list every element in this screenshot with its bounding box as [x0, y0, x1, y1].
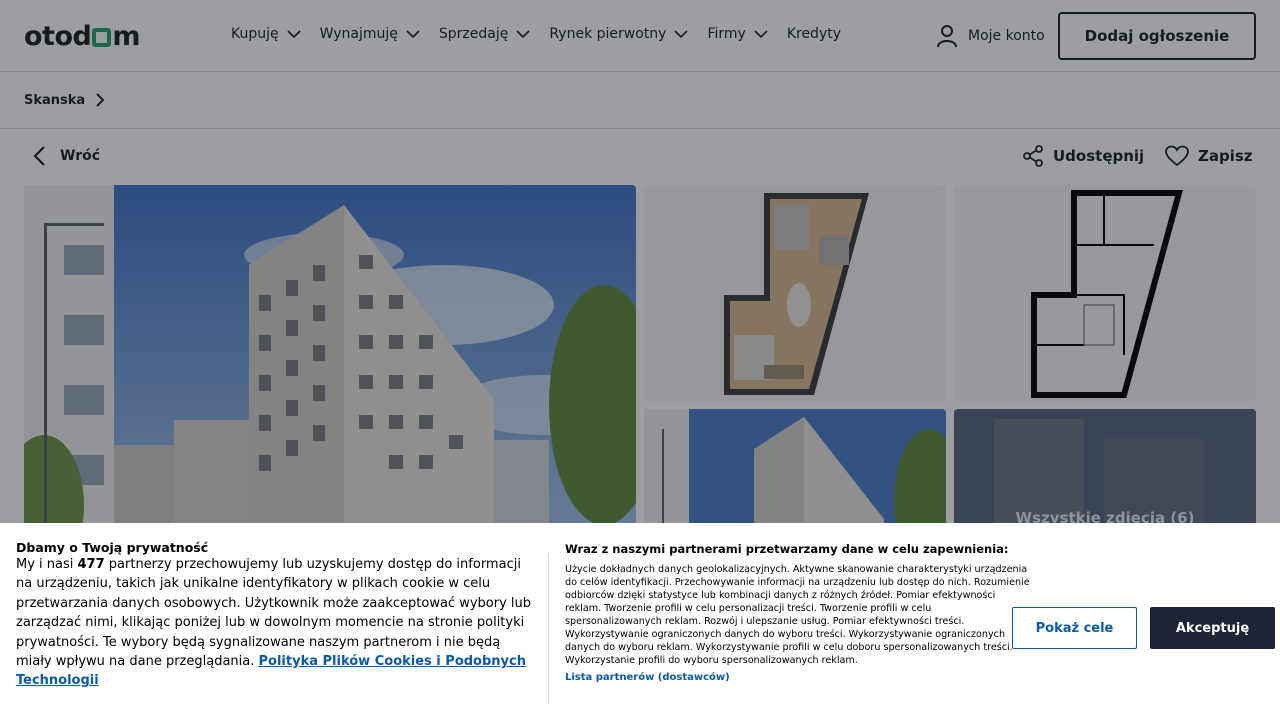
- breadcrumb-item-label: Skanska: [24, 92, 86, 108]
- chevron-down-icon: [516, 30, 530, 39]
- nav-item-kredyty[interactable]: Kredyty: [787, 26, 841, 42]
- share-button[interactable]: Udostępnij: [1022, 145, 1144, 167]
- nav-item-wynajmuję[interactable]: Wynajmuję: [320, 26, 421, 42]
- site-header: otod m Kupuję Wynajmuję Sprzedaję Rynek pier…: [0, 0, 1280, 72]
- thumbnail-floorplan-lineart[interactable]: [954, 185, 1256, 401]
- share-icon: [1023, 145, 1043, 167]
- user-icon: [937, 25, 957, 48]
- main-photo-building[interactable]: [24, 185, 636, 545]
- nav-item-label: Kredyty: [786, 26, 842, 42]
- nav-item-sprzedaję[interactable]: Sprzedaję: [439, 26, 531, 42]
- cookie-consent-banner: Dbamy o Twoją prywatność My i nasi 477 p…: [0, 523, 1280, 720]
- cookie-title: Dbamy o Twoją prywatność: [16, 540, 209, 555]
- show-purposes-button[interactable]: Pokaż cele: [1012, 607, 1137, 649]
- thumbnail-floorplan-color[interactable]: [644, 185, 946, 401]
- breadcrumb: Skanska: [0, 73, 1280, 129]
- cookie-divider: [548, 554, 549, 704]
- chevron-down-icon: [406, 30, 420, 39]
- floorplan-lineart-image: [1031, 190, 1183, 398]
- my-account-link[interactable]: Moje konto: [936, 24, 1045, 48]
- main-nav: Kupuję Wynajmuję Sprzedaję Rynek pierwotny F…: [231, 26, 859, 42]
- breadcrumb-item-skanska[interactable]: Skanska: [24, 92, 105, 108]
- chevron-right-icon: [96, 93, 105, 107]
- nav-item-label: Kupuję: [231, 26, 279, 42]
- nav-item-firmy[interactable]: Firmy: [707, 26, 768, 42]
- my-account-label: Moje konto: [968, 28, 1045, 44]
- logo-green-o-icon: [92, 28, 112, 47]
- partners-list-link[interactable]: Lista partnerów (dostawców): [565, 672, 730, 683]
- floorplan-color-image: [724, 193, 869, 395]
- accept-cookies-button[interactable]: Akceptuję: [1150, 607, 1275, 649]
- save-label: Zapisz: [1198, 147, 1253, 165]
- nav-item-kupuję[interactable]: Kupuję: [231, 26, 302, 42]
- logo-text-left: otod: [24, 21, 92, 52]
- add-listing-button[interactable]: Dodaj ogłoszenie: [1058, 12, 1256, 60]
- nav-item-label: Sprzedaję: [438, 26, 509, 42]
- cookie-body-suffix: partnerzy przechowujemy lub uzyskujemy d…: [16, 557, 532, 670]
- nav-item-label: Rynek pierwotny: [549, 26, 667, 42]
- nav-item-label: Firmy: [707, 26, 746, 42]
- heart-icon: [1165, 145, 1189, 167]
- cookie-body-prefix: My i nasi: [16, 557, 78, 572]
- partner-count: 477: [77, 557, 105, 572]
- chevron-down-icon: [754, 30, 768, 39]
- back-label: Wróć: [60, 148, 101, 164]
- building-render-image: [24, 185, 636, 545]
- otodom-logo[interactable]: otod m: [24, 21, 140, 52]
- chevron-down-icon: [674, 30, 689, 39]
- share-label: Udostępnij: [1053, 147, 1145, 165]
- nav-item-label: Wynajmuję: [319, 26, 398, 42]
- cookie-body: My i nasi 477 partnerzy przechowujemy lu…: [16, 555, 536, 691]
- chevron-left-icon: [33, 146, 45, 166]
- nav-item-rynek-pierwotny[interactable]: Rynek pierwotny: [549, 26, 689, 42]
- cookie-purposes-list: Użycie dokładnych danych geolokalizacyjn…: [565, 564, 1030, 666]
- chevron-down-icon: [287, 30, 301, 39]
- save-button[interactable]: Zapisz: [1165, 145, 1253, 167]
- logo-text-right: m: [112, 21, 140, 52]
- cookie-purposes-title: Wraz z naszymi partnerami przetwarzamy d…: [565, 542, 1009, 556]
- back-button[interactable]: Wróć: [32, 145, 100, 167]
